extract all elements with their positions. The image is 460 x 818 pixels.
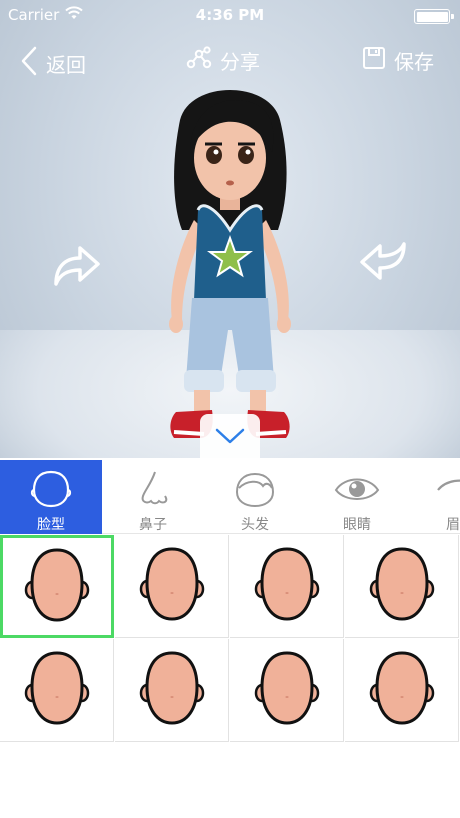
face-option[interactable] — [0, 535, 114, 638]
save-label: 保存 — [394, 50, 434, 74]
face-option[interactable] — [345, 639, 459, 742]
face-option-icon — [254, 545, 320, 627]
tab-eyebrows[interactable]: 眉 — [408, 460, 460, 534]
avatar-scene[interactable]: Carrier 4:36 PM 返回 分享 保存 — [0, 0, 460, 458]
face-shape-icon — [30, 470, 72, 508]
face-option-icon — [24, 649, 90, 731]
nose-icon — [141, 471, 168, 505]
face-option-icon — [139, 649, 205, 731]
face-option-icon — [24, 546, 90, 628]
tab-hair[interactable]: 头发 — [204, 460, 306, 534]
eye-icon — [334, 478, 380, 500]
avatar-character[interactable] — [150, 80, 310, 458]
face-option-icon — [369, 545, 435, 627]
status-bar: Carrier 4:36 PM — [0, 0, 460, 32]
face-option-grid — [0, 535, 460, 743]
chevron-left-icon — [20, 46, 38, 81]
status-time: 4:36 PM — [195, 6, 265, 24]
chevron-down-icon — [215, 428, 245, 444]
nav-bar: 返回 分享 保存 — [0, 40, 460, 84]
share-label: 分享 — [220, 50, 260, 74]
tab-eyebrows-label: 眉 — [446, 517, 460, 533]
tab-nose-label: 鼻子 — [139, 517, 167, 533]
battery-icon — [414, 9, 454, 24]
rotate-right-arrow-icon — [54, 246, 100, 286]
category-tabs: 脸型 鼻子 头发 眼睛 眉 — [0, 460, 460, 534]
empty-area — [0, 743, 460, 818]
share-button[interactable]: 分享 — [186, 46, 260, 75]
tab-eyes-label: 眼睛 — [343, 517, 371, 533]
face-option-icon — [139, 545, 205, 627]
face-option-icon — [254, 649, 320, 731]
tab-face-shape-label: 脸型 — [37, 517, 65, 533]
tab-hair-label: 头发 — [241, 517, 269, 533]
face-option[interactable] — [230, 535, 344, 638]
face-option[interactable] — [115, 639, 229, 742]
face-option[interactable] — [0, 639, 114, 742]
collapse-panel-button[interactable] — [200, 414, 260, 458]
battery-level — [416, 11, 448, 22]
save-icon — [362, 46, 386, 75]
tab-nose[interactable]: 鼻子 — [102, 460, 204, 534]
eyebrow-icon — [437, 479, 460, 491]
rotate-right-button[interactable] — [358, 238, 410, 290]
face-option[interactable] — [230, 639, 344, 742]
face-option[interactable] — [115, 535, 229, 638]
save-button[interactable]: 保存 — [362, 46, 434, 75]
back-label: 返回 — [46, 53, 86, 77]
face-option-icon — [369, 649, 435, 731]
hair-icon — [235, 472, 275, 508]
rotate-left-button[interactable] — [50, 238, 102, 290]
face-option[interactable] — [345, 535, 459, 638]
back-button[interactable]: 返回 — [20, 46, 86, 81]
share-icon — [186, 46, 212, 75]
tab-face-shape[interactable]: 脸型 — [0, 460, 102, 534]
rotate-left-arrow-icon — [360, 242, 406, 280]
tab-eyes[interactable]: 眼睛 — [306, 460, 408, 534]
